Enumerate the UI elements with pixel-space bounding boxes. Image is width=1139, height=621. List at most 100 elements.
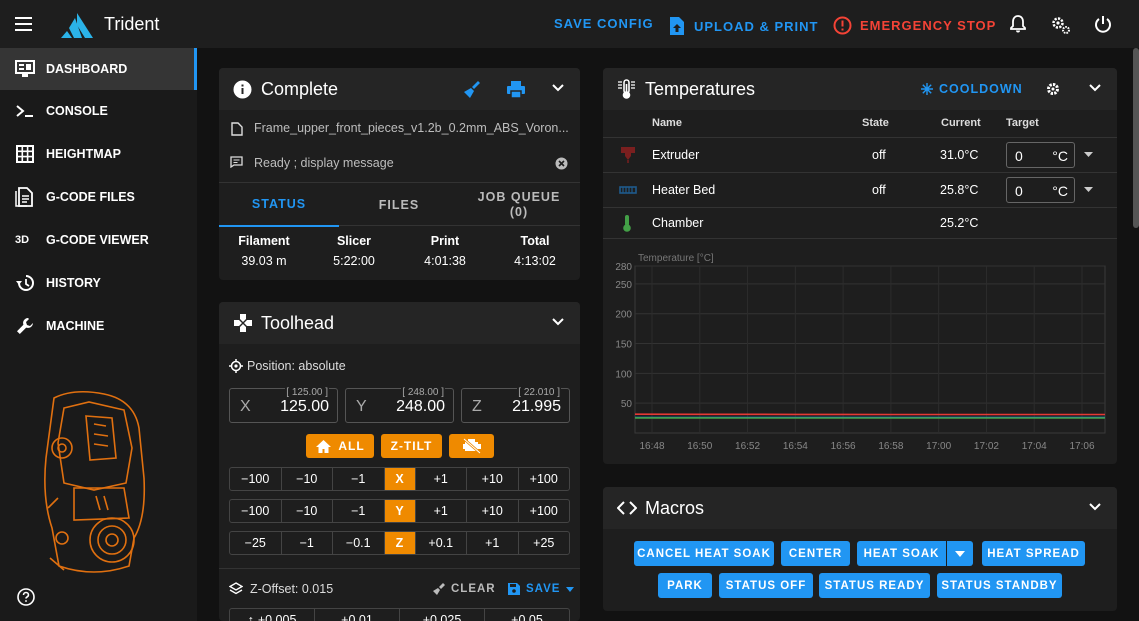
macro-park-button[interactable]: PARK: [658, 573, 712, 598]
z-offset-step-0-05[interactable]: +0.05: [485, 609, 569, 621]
page-scrollbar[interactable]: [1133, 48, 1139, 228]
macro-status-off-button[interactable]: STATUS OFF: [719, 573, 813, 598]
layers-icon: [229, 582, 243, 596]
macro-status-standby-button[interactable]: STATUS STANDBY: [937, 573, 1062, 598]
power-icon[interactable]: [1093, 14, 1113, 34]
jog-z-plus-25[interactable]: +25: [519, 532, 570, 554]
chart-y-tick-label: 250: [615, 280, 632, 291]
z-offset-step-0-025[interactable]: +0.025: [400, 609, 485, 621]
sidebar-item-label: G-CODE VIEWER: [46, 233, 149, 247]
upload-print-button[interactable]: UPLOAD & PRINT: [668, 16, 819, 36]
jog-y-minus-10[interactable]: −10: [282, 500, 333, 522]
macro-cancel-heat-soak-button[interactable]: CANCEL HEAT SOAK: [634, 541, 774, 566]
info-icon: [233, 80, 252, 99]
jog-z-plus-1[interactable]: +1: [467, 532, 519, 554]
sidebar-item-gcode-viewer[interactable]: 3D G-CODE VIEWER: [0, 219, 197, 261]
home-y-button[interactable]: Y: [384, 500, 416, 522]
motors-off-button[interactable]: [449, 434, 494, 458]
status-card-header: Complete: [219, 68, 580, 110]
jog-x-minus-10[interactable]: −10: [282, 468, 333, 490]
z-tilt-button[interactable]: Z-TILT: [381, 434, 442, 458]
temp-row-heater-bed: Heater Bed off 25.8°C 0 °C: [603, 173, 1117, 208]
jog-z-minus-1[interactable]: −1: [282, 532, 333, 554]
printer-icon[interactable]: [506, 80, 526, 99]
jog-x-minus-1[interactable]: −1: [333, 468, 385, 490]
macro-heat-soak-menu-button[interactable]: [947, 541, 973, 566]
position-z-field[interactable]: Z [ 22.010 ] 21.995: [461, 387, 570, 423]
tab-files[interactable]: FILES: [339, 183, 459, 227]
stat-value: 4:13:02: [514, 254, 556, 268]
broom-icon[interactable]: [463, 80, 482, 99]
save-config-button[interactable]: SAVE CONFIG: [554, 16, 654, 31]
status-title: Complete: [261, 78, 339, 99]
toolhead-title: Toolhead: [261, 312, 335, 333]
z-offset-clear-button[interactable]: CLEAR: [433, 583, 496, 595]
chart-x-tick-label: 17:02: [974, 441, 999, 452]
position-x-field[interactable]: X [ 125.00 ] 125.00: [229, 387, 338, 423]
home-z-button[interactable]: Z: [384, 532, 416, 554]
macro-heat-spread-button[interactable]: HEAT SPREAD: [982, 541, 1085, 566]
header-current: Current: [941, 117, 981, 129]
sidebar-item-console[interactable]: CONSOLE: [0, 90, 197, 132]
chart-x-tick-label: 16:56: [831, 441, 856, 452]
app-bar: Trident SAVE CONFIG UPLOAD & PRINT EMERG…: [0, 0, 1139, 48]
menu-down-icon[interactable]: [1084, 152, 1093, 157]
help-icon[interactable]: [16, 587, 36, 607]
code-tags-icon: [617, 501, 637, 515]
jog-z-minus-0-1[interactable]: −0.1: [333, 532, 385, 554]
jog-y-plus-100[interactable]: +100: [519, 500, 570, 522]
gear-icon[interactable]: [1046, 82, 1060, 96]
chevron-down-icon[interactable]: [551, 83, 565, 93]
bell-icon[interactable]: [1008, 14, 1028, 34]
jog-x-plus-100[interactable]: +100: [519, 468, 570, 490]
sidebar: DASHBOARD CONSOLE HEIGHTMAP G-CODE FILES…: [0, 48, 197, 621]
tab-job-queue[interactable]: JOB QUEUE (0): [469, 183, 569, 227]
emergency-stop-label: EMERGENCY STOP: [860, 18, 997, 33]
chart-x-tick-label: 16:48: [639, 441, 664, 452]
extruder-target-input[interactable]: 0 °C: [1006, 142, 1075, 168]
tab-status[interactable]: STATUS: [219, 183, 339, 227]
z-offset-step-0-005[interactable]: ↑ +0.005: [230, 609, 315, 621]
sidebar-item-gcode-files[interactable]: G-CODE FILES: [0, 176, 197, 218]
temp-row-extruder: Extruder off 31.0°C 0 °C: [603, 138, 1117, 173]
jog-z-plus-0-1[interactable]: +0.1: [416, 532, 467, 554]
home-x-button[interactable]: X: [384, 468, 416, 490]
emergency-stop-button[interactable]: EMERGENCY STOP: [833, 16, 996, 35]
target-value: 0: [1015, 148, 1023, 164]
macro-heat-soak-button[interactable]: HEAT SOAK: [857, 541, 946, 566]
jog-x-plus-1[interactable]: +1: [416, 468, 467, 490]
menu-down-icon[interactable]: [1084, 187, 1093, 192]
close-circle-icon[interactable]: [555, 157, 568, 170]
cooldown-button[interactable]: COOLDOWN: [921, 82, 1023, 96]
bed-target-input[interactable]: 0 °C: [1006, 177, 1075, 203]
sidebar-item-machine[interactable]: MACHINE: [0, 305, 197, 347]
macros-title: Macros: [645, 497, 705, 518]
jog-y-plus-1[interactable]: +1: [416, 500, 467, 522]
jog-y-minus-1[interactable]: −1: [333, 500, 385, 522]
jog-x-plus-10[interactable]: +10: [467, 468, 519, 490]
jog-y-plus-10[interactable]: +10: [467, 500, 519, 522]
menu-icon[interactable]: [14, 15, 34, 33]
z-offset-save-button[interactable]: SAVE: [508, 583, 575, 595]
jog-y-minus-100[interactable]: −100: [230, 500, 282, 522]
chevron-down-icon[interactable]: [1088, 502, 1102, 512]
z-tilt-label: Z-TILT: [390, 439, 433, 453]
sidebar-item-dashboard[interactable]: DASHBOARD: [0, 48, 197, 90]
cogs-icon[interactable]: [1050, 14, 1070, 34]
z-offset-step-0-01[interactable]: +0.01: [315, 609, 400, 621]
sidebar-item-label: G-CODE FILES: [46, 190, 135, 204]
jog-x-minus-100[interactable]: −100: [230, 468, 282, 490]
axis-value: 125.00: [280, 398, 329, 415]
macro-status-ready-button[interactable]: STATUS READY: [819, 573, 930, 598]
sidebar-item-heightmap[interactable]: HEIGHTMAP: [0, 133, 197, 175]
sidebar-item-history[interactable]: HISTORY: [0, 262, 197, 304]
macro-center-button[interactable]: CENTER: [781, 541, 850, 566]
chevron-down-icon[interactable]: [1088, 83, 1102, 93]
chevron-down-icon[interactable]: [551, 317, 565, 327]
jog-row-y: −100 −10 −1 Y +1 +10 +100: [229, 499, 570, 523]
home-all-button[interactable]: ALL: [306, 434, 374, 458]
position-y-field[interactable]: Y [ 248.00 ] 248.00: [345, 387, 454, 423]
jog-z-minus-25[interactable]: −25: [230, 532, 282, 554]
thermometer-lines-icon: [617, 79, 637, 100]
stat-label: Filament: [238, 234, 290, 248]
